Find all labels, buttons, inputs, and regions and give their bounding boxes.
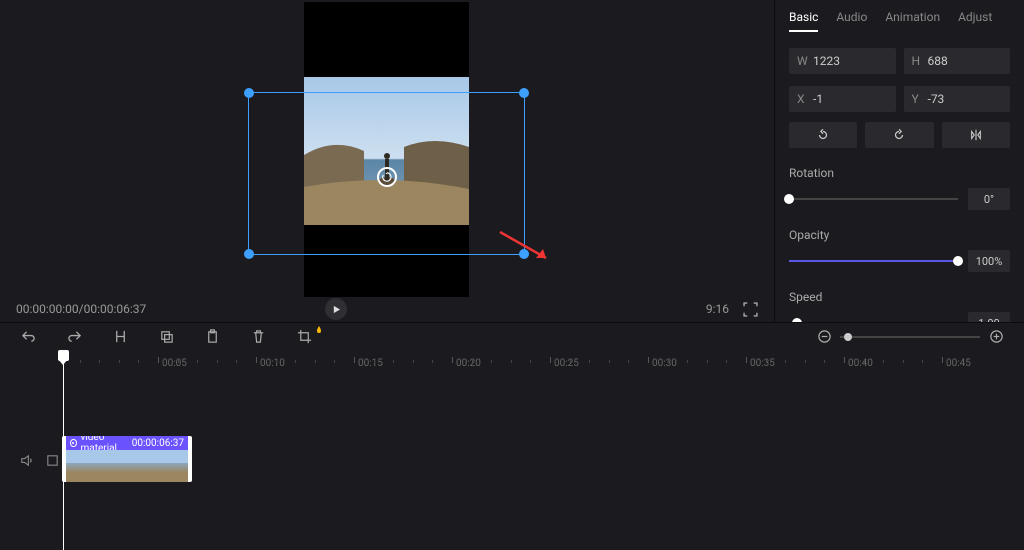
aspect-ratio[interactable]: 9:16 <box>706 302 729 316</box>
tab-adjust[interactable]: Adjust <box>958 10 992 32</box>
speed-label: Speed <box>789 290 1010 304</box>
timeline-toolbar <box>0 322 1024 350</box>
timeline[interactable]: 00:0500:1000:1500:2000:2500:3000:3500:40… <box>0 350 1024 550</box>
tab-animation[interactable]: Animation <box>885 10 940 32</box>
speed-value[interactable]: 1.00 <box>968 312 1010 322</box>
resize-handle-sw[interactable] <box>244 249 254 259</box>
rotation-slider[interactable] <box>789 193 958 205</box>
split-button[interactable] <box>112 329 128 345</box>
rotate-cw-button[interactable] <box>865 122 933 148</box>
undo-button[interactable] <box>20 329 36 345</box>
paste-button[interactable] <box>204 329 220 345</box>
preview-area: 00:00:00:00 / 00:00:06:37 9:16 <box>0 0 774 322</box>
selection-bounding-box[interactable] <box>248 92 525 255</box>
time-current: 00:00:00:00 <box>16 302 79 316</box>
lock-track-button[interactable] <box>44 452 60 468</box>
clip-thumbnails <box>66 450 188 482</box>
opacity-slider[interactable] <box>789 255 958 267</box>
time-ruler[interactable]: 00:0500:1000:1500:2000:2500:3000:3500:40… <box>60 350 1024 378</box>
zoom-in-button[interactable] <box>988 329 1004 345</box>
zoom-slider[interactable] <box>840 336 980 338</box>
rotation-label: Rotation <box>789 166 1010 180</box>
height-field[interactable]: H688 <box>904 48 1011 74</box>
opacity-label: Opacity <box>789 228 1010 242</box>
speed-slider[interactable] <box>789 317 958 322</box>
zoom-out-button[interactable] <box>816 329 832 345</box>
flip-horizontal-button[interactable] <box>942 122 1010 148</box>
resize-handle-ne[interactable] <box>519 88 529 98</box>
rotate-ccw-button[interactable] <box>789 122 857 148</box>
keyframe-icon <box>70 439 77 447</box>
redo-button[interactable] <box>66 329 82 345</box>
time-total: 00:00:06:37 <box>84 302 147 316</box>
tab-audio[interactable]: Audio <box>836 10 867 32</box>
rotation-value[interactable]: 0° <box>968 188 1010 210</box>
copy-button[interactable] <box>158 329 174 345</box>
mute-track-button[interactable] <box>18 452 34 468</box>
width-field[interactable]: W1223 <box>789 48 896 74</box>
properties-panel: Basic Audio Animation Adjust W1223 H688 X-1… <box>774 0 1024 322</box>
resize-handle-nw[interactable] <box>244 88 254 98</box>
fullscreen-icon[interactable] <box>743 302 758 317</box>
opacity-value[interactable]: 100% <box>968 250 1010 272</box>
x-field[interactable]: X-1 <box>789 86 896 112</box>
delete-button[interactable] <box>250 329 266 345</box>
annotation-arrow <box>496 228 558 266</box>
crop-button[interactable] <box>296 329 312 345</box>
video-clip[interactable]: video material 00:00:06:37 <box>62 436 192 482</box>
y-field[interactable]: Y-73 <box>904 86 1011 112</box>
tab-basic[interactable]: Basic <box>789 10 818 32</box>
play-button[interactable] <box>325 298 347 320</box>
clip-duration: 00:00:06:37 <box>132 438 184 449</box>
premium-badge-icon <box>314 326 324 336</box>
